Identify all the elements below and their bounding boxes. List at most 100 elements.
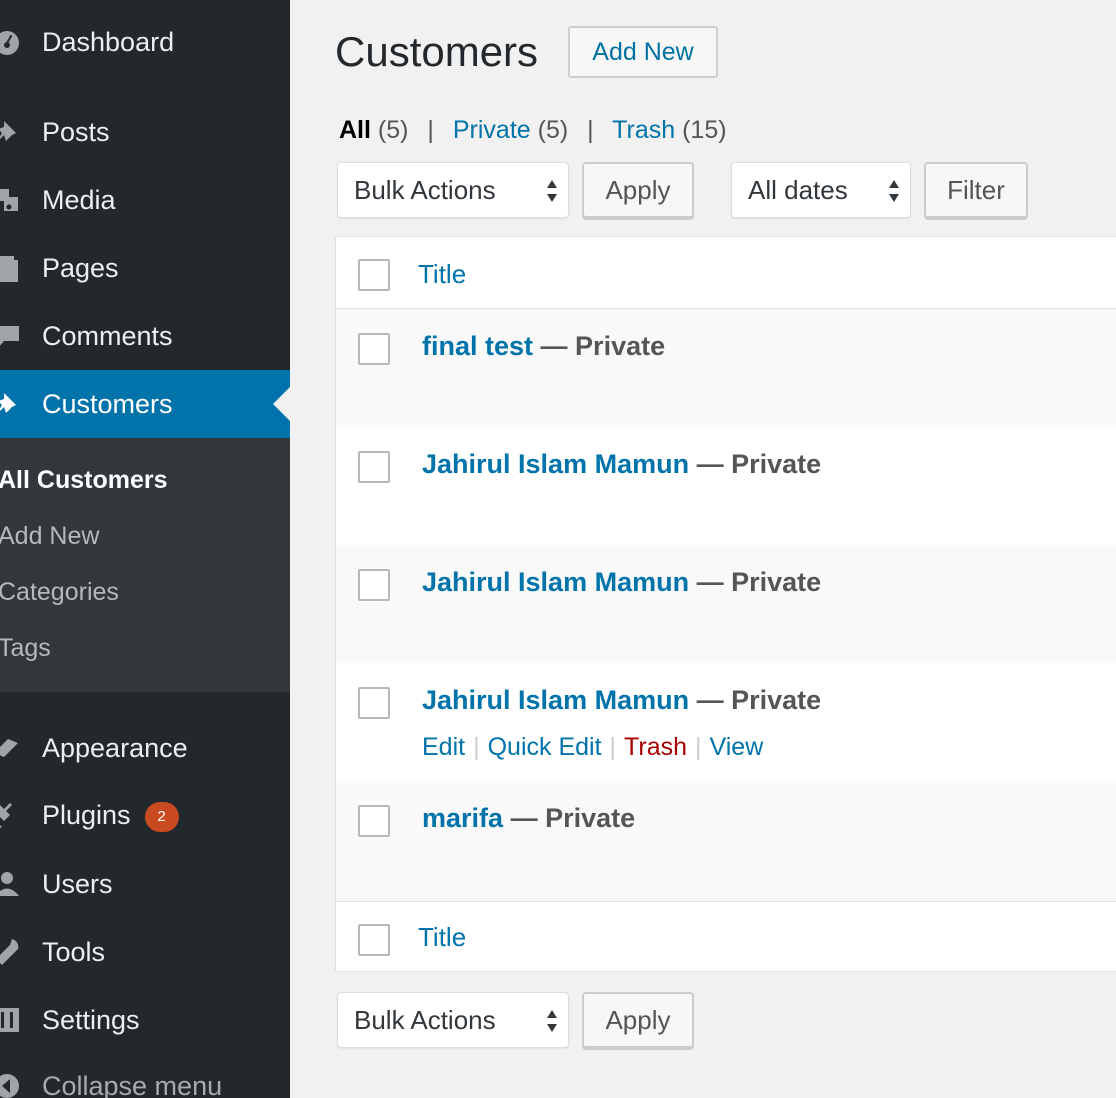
bulk-actions-select-bottom[interactable]: Bulk Actions xyxy=(337,992,569,1048)
menu-label: Pages xyxy=(42,252,119,283)
trash-link[interactable]: Trash xyxy=(624,733,687,761)
wrench-icon xyxy=(0,937,22,967)
view-trash-link[interactable]: Trash xyxy=(612,116,675,144)
menu-label-text: Plugins xyxy=(42,800,131,831)
dashboard-icon xyxy=(0,27,22,57)
view-separator: | xyxy=(427,116,434,144)
row-title: final test — Private xyxy=(422,331,665,362)
row-title: Jahirul Islam Mamun — Private xyxy=(422,449,821,480)
brush-icon xyxy=(0,733,22,763)
menu-customers[interactable]: Customers xyxy=(0,370,290,438)
submenu-categories[interactable]: Categories xyxy=(0,578,119,607)
dates-value: All dates xyxy=(748,174,848,205)
add-new-button[interactable]: Add New xyxy=(568,26,718,78)
bulk-actions-select[interactable]: Bulk Actions xyxy=(337,162,569,218)
select-all-checkbox[interactable] xyxy=(358,259,390,291)
menu-tools[interactable]: Tools xyxy=(0,918,290,986)
menu-label: Tools xyxy=(42,936,106,967)
collapse-menu-button[interactable]: Collapse menu xyxy=(0,1052,290,1098)
row-title: marifa — Private xyxy=(422,803,635,834)
update-count-badge: 2 xyxy=(144,801,179,832)
menu-comments[interactable]: Comments xyxy=(0,302,290,370)
menu-label: Posts xyxy=(42,116,110,147)
view-private-link[interactable]: Private xyxy=(453,116,531,144)
settings-icon xyxy=(0,1005,22,1035)
table-row: Jahirul Islam Mamun — Private Edit | Quick… xyxy=(336,663,1116,781)
row-post-state: — Private xyxy=(696,567,822,597)
pages-icon xyxy=(0,253,22,283)
dates-select[interactable]: All dates xyxy=(731,162,911,218)
menu-label: Customers xyxy=(42,388,173,419)
menu-pages[interactable]: Pages xyxy=(0,234,290,302)
plug-icon xyxy=(0,801,22,831)
quick-edit-link[interactable]: Quick Edit xyxy=(488,733,602,761)
row-title-link[interactable]: Jahirul Islam Mamun xyxy=(422,567,689,597)
menu-dashboard[interactable]: Dashboard xyxy=(0,8,290,76)
select-all-checkbox[interactable] xyxy=(358,924,390,956)
table-row: final test — Private xyxy=(336,309,1116,427)
table-row: Jahirul Islam Mamun — Private xyxy=(336,427,1116,545)
row-checkbox[interactable] xyxy=(358,687,390,719)
submenu-tags[interactable]: Tags xyxy=(0,634,51,663)
menu-posts[interactable]: Posts xyxy=(0,98,290,166)
row-title-link[interactable]: final test xyxy=(422,331,533,361)
menu-plugins[interactable]: Plugins 2 xyxy=(0,782,290,850)
menu-label: Collapse menu xyxy=(42,1070,223,1098)
row-post-state: — Private xyxy=(510,803,636,833)
menu-users[interactable]: Users xyxy=(0,850,290,918)
action-separator: | xyxy=(695,733,702,761)
row-checkbox[interactable] xyxy=(358,569,390,601)
row-title-link[interactable]: Jahirul Islam Mamun xyxy=(422,449,689,479)
bulk-actions-value: Bulk Actions xyxy=(354,1004,496,1035)
menu-label: Users xyxy=(42,868,113,899)
column-title-header[interactable]: Title xyxy=(418,259,466,290)
submenu-add-new[interactable]: Add New xyxy=(0,522,99,551)
row-title: Jahirul Islam Mamun — Private xyxy=(422,685,821,716)
column-title-footer[interactable]: Title xyxy=(418,922,466,953)
view-separator: | xyxy=(587,116,594,144)
table-footer-row: Title xyxy=(336,901,1116,973)
select-arrows-icon xyxy=(547,180,557,202)
menu-label: Appearance xyxy=(42,732,188,763)
view-all-link[interactable]: All xyxy=(339,116,371,144)
filter-button[interactable]: Filter xyxy=(924,162,1028,218)
user-icon xyxy=(0,869,22,899)
menu-label: Media xyxy=(42,184,116,215)
view-private-count: (5) xyxy=(537,116,569,144)
collapse-icon xyxy=(0,1071,22,1098)
menu-media[interactable]: Media xyxy=(0,166,290,234)
main-content: Customers Add New All (5) | Private (5) … xyxy=(290,0,1116,1098)
view-filters: All (5) | Private (5) | Trash (15) xyxy=(339,116,727,145)
admin-sidebar: Dashboard Posts Media Pages Comments Cus… xyxy=(0,0,290,1098)
view-all-count: (5) xyxy=(377,116,409,144)
row-post-state: — Private xyxy=(696,685,822,715)
table-row: Jahirul Islam Mamun — Private xyxy=(336,545,1116,663)
edit-link[interactable]: Edit xyxy=(422,733,465,761)
row-title-link[interactable]: marifa xyxy=(422,803,503,833)
media-icon xyxy=(0,185,22,215)
row-checkbox[interactable] xyxy=(358,333,390,365)
pin-icon xyxy=(0,117,22,147)
table-header-row: Title xyxy=(336,237,1116,309)
row-title-link[interactable]: Jahirul Islam Mamun xyxy=(422,685,689,715)
submenu-all-customers[interactable]: All Customers xyxy=(0,466,167,495)
apply-button-bottom[interactable]: Apply xyxy=(582,992,694,1048)
apply-button[interactable]: Apply xyxy=(582,162,694,218)
row-title: Jahirul Islam Mamun — Private xyxy=(422,567,821,598)
action-separator: | xyxy=(473,733,480,761)
view-link[interactable]: View xyxy=(710,733,764,761)
row-checkbox[interactable] xyxy=(358,805,390,837)
view-trash-count: (15) xyxy=(682,116,727,144)
menu-appearance[interactable]: Appearance xyxy=(0,714,290,782)
row-post-state: — Private xyxy=(696,449,822,479)
row-actions: Edit | Quick Edit | Trash | View xyxy=(422,733,763,762)
bulk-actions-value: Bulk Actions xyxy=(354,174,496,205)
pin-icon xyxy=(0,389,22,419)
row-checkbox[interactable] xyxy=(358,451,390,483)
menu-settings[interactable]: Settings xyxy=(0,986,290,1054)
select-arrows-icon xyxy=(889,180,899,202)
page-title: Customers xyxy=(335,28,539,75)
action-separator: | xyxy=(609,733,617,761)
customers-submenu: All Customers Add New Categories Tags xyxy=(0,438,290,692)
menu-label: Dashboard xyxy=(42,26,175,57)
